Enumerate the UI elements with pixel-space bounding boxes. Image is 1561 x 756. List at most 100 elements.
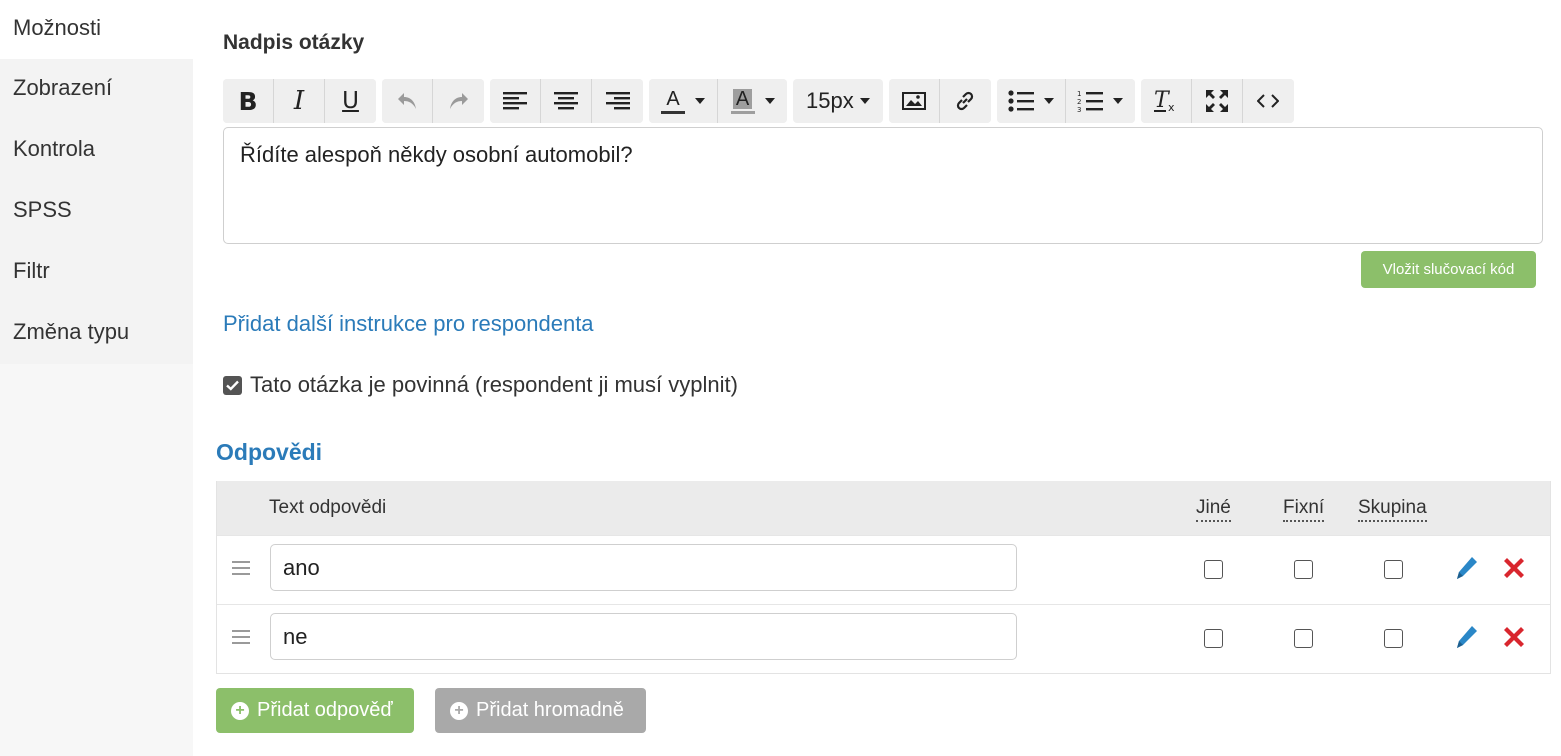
question-text-editor[interactable]: Řídíte alespoň někdy osobní automobil? <box>223 127 1543 244</box>
svg-text:1: 1 <box>1077 90 1081 98</box>
bold-button[interactable]: B <box>223 79 274 123</box>
align-right-icon <box>605 92 630 110</box>
chevron-down-icon <box>1113 98 1124 104</box>
drag-handle-icon[interactable] <box>232 561 250 579</box>
column-header-other[interactable]: Jiné <box>1196 497 1231 522</box>
font-color-swatch <box>661 110 685 114</box>
italic-button[interactable]: I <box>274 79 325 123</box>
sidebar: Možnosti Zobrazení Kontrola SPSS Filtr Z… <box>0 0 193 756</box>
editor-toolbar: B I U A A 15px 1 2 3 T x <box>223 79 1294 123</box>
chevron-down-icon <box>859 98 870 104</box>
insert-image-button[interactable] <box>888 79 940 123</box>
toolbar-group-color: A A <box>649 79 787 123</box>
pencil-icon[interactable] <box>1455 555 1479 581</box>
delete-icon[interactable] <box>1501 555 1527 581</box>
sidebar-item-zmena-typu[interactable]: Změna typu <box>0 303 193 364</box>
column-header-group[interactable]: Skupina <box>1358 497 1427 522</box>
pencil-icon[interactable] <box>1455 624 1479 650</box>
column-header-text: Text odpovědi <box>269 497 387 518</box>
numbered-list-button[interactable]: 123 <box>1065 79 1135 123</box>
redo-button[interactable] <box>433 79 484 123</box>
answers-table-header: Text odpovědi Jiné Fixní Skupina <box>217 481 1550 535</box>
group-checkbox[interactable] <box>1384 560 1403 579</box>
required-checkbox[interactable] <box>223 375 242 395</box>
column-header-fixed[interactable]: Fixní <box>1283 497 1325 522</box>
plus-circle-icon: + <box>450 701 468 720</box>
svg-text:x: x <box>1168 101 1175 113</box>
insert-link-button[interactable] <box>939 79 991 123</box>
undo-button[interactable] <box>382 79 433 123</box>
question-title-label: Nadpis otázky <box>223 31 365 54</box>
bullet-list-button[interactable] <box>996 79 1066 123</box>
fixed-checkbox[interactable] <box>1294 629 1313 648</box>
plus-circle-icon: + <box>231 701 249 720</box>
required-label: Tato otázka je povinná (respondent ji mu… <box>250 372 738 397</box>
insert-merge-code-button[interactable]: Vložit slučovací kód <box>1361 251 1536 288</box>
font-size-dropdown[interactable]: 15px <box>793 79 883 123</box>
align-center-icon <box>554 92 578 110</box>
toolbar-group-fontsize: 15px <box>793 79 883 123</box>
image-icon <box>901 92 926 110</box>
fullscreen-icon <box>1205 90 1228 112</box>
other-checkbox[interactable] <box>1204 560 1223 579</box>
add-answer-label: Přidat odpověď <box>257 699 393 721</box>
add-answer-button[interactable]: + Přidat odpověď <box>216 688 414 733</box>
background-color-button[interactable]: A <box>718 79 787 123</box>
answers-table: Text odpovědi Jiné Fixní Skupina <box>216 481 1551 674</box>
svg-text:2: 2 <box>1077 98 1081 106</box>
answers-heading: Odpovědi <box>216 439 323 465</box>
sidebar-item-kontrola[interactable]: Kontrola <box>0 120 193 181</box>
table-row <box>217 535 1550 604</box>
sidebar-item-zobrazeni[interactable]: Zobrazení <box>0 59 193 120</box>
answer-text-input[interactable] <box>270 613 1017 660</box>
sidebar-item-filtr[interactable]: Filtr <box>0 242 193 303</box>
sidebar-item-moznosti[interactable]: Možnosti <box>0 0 193 59</box>
undo-icon <box>398 93 416 109</box>
clear-format-icon: Tx <box>1153 89 1175 113</box>
add-instructions-link[interactable]: Přidat další instrukce pro respondenta <box>223 311 594 337</box>
font-color-button[interactable]: A <box>649 79 718 123</box>
add-bulk-button[interactable]: + Přidat hromadně <box>435 688 646 733</box>
align-left-button[interactable] <box>490 79 541 123</box>
italic-icon: I <box>293 86 305 116</box>
font-color-icon: A <box>661 89 685 114</box>
background-color-letter: A <box>732 88 753 109</box>
numbered-list-icon: 123 <box>1077 90 1104 113</box>
font-size-value: 15px <box>806 88 854 113</box>
bullet-list-icon <box>1008 90 1034 112</box>
svg-text:3: 3 <box>1077 106 1081 113</box>
fullscreen-button[interactable] <box>1191 79 1243 123</box>
required-row: Tato otázka je povinná (respondent ji mu… <box>223 372 738 398</box>
chevron-down-icon <box>1043 98 1054 104</box>
link-icon <box>957 91 974 111</box>
align-right-button[interactable] <box>592 79 643 123</box>
code-icon <box>1257 94 1280 108</box>
underline-icon: U <box>342 88 359 114</box>
chevron-down-icon <box>764 98 775 104</box>
toolbar-group-align <box>490 79 643 123</box>
toolbar-group-style: B I U <box>223 79 376 123</box>
background-color-icon: A <box>730 88 755 114</box>
sidebar-item-spss[interactable]: SPSS <box>0 181 193 242</box>
fixed-checkbox[interactable] <box>1294 560 1313 579</box>
other-checkbox[interactable] <box>1204 629 1223 648</box>
toolbar-group-misc: Tx <box>1140 79 1294 123</box>
redo-icon <box>449 93 468 109</box>
background-color-swatch <box>730 110 755 114</box>
drag-handle-icon[interactable] <box>232 630 250 648</box>
align-left-icon <box>503 92 527 110</box>
clear-format-button[interactable]: Tx <box>1140 79 1192 123</box>
checkmark-icon <box>226 380 239 391</box>
delete-icon[interactable] <box>1501 624 1527 650</box>
align-center-button[interactable] <box>541 79 592 123</box>
main-panel: Nadpis otázky B I U A A 15px 1 2 3 T x Ř… <box>193 0 1561 756</box>
answer-text-input[interactable] <box>270 544 1017 591</box>
table-row <box>217 604 1550 673</box>
group-checkbox[interactable] <box>1384 629 1403 648</box>
code-view-button[interactable] <box>1242 79 1294 123</box>
toolbar-group-insert <box>888 79 991 123</box>
underline-button[interactable]: U <box>325 79 376 123</box>
toolbar-group-history <box>382 79 484 123</box>
add-bulk-label: Přidat hromadně <box>476 699 624 721</box>
bold-icon: B <box>238 86 258 116</box>
